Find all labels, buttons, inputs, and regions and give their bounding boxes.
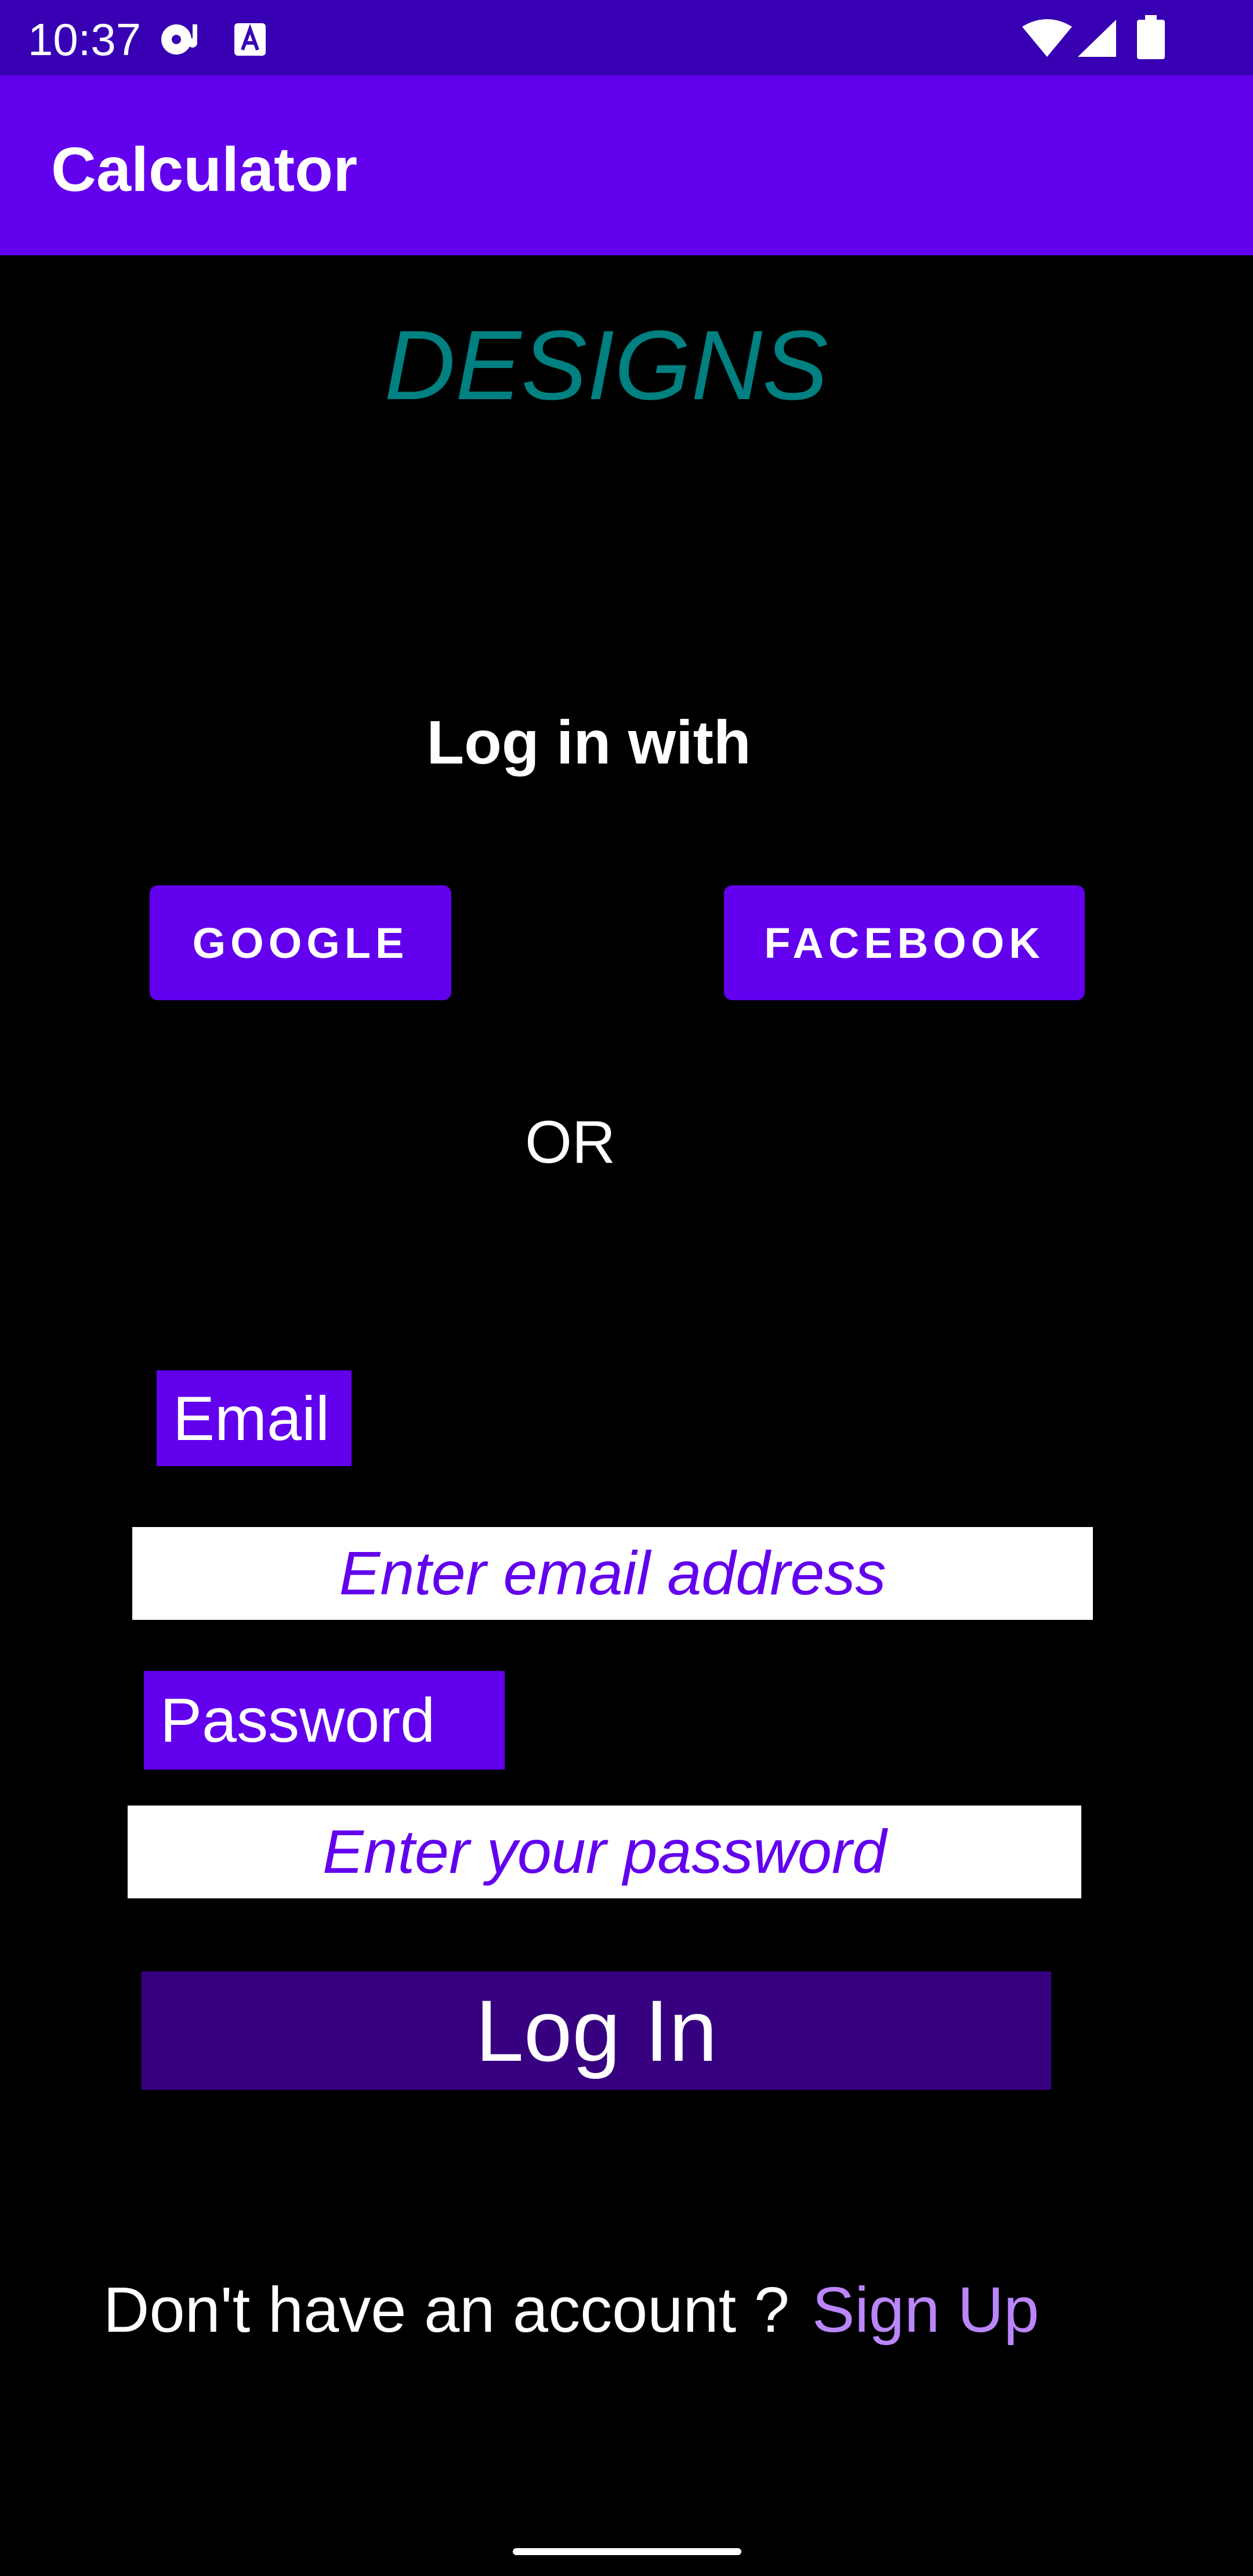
status-time: 10:37 — [28, 14, 142, 65]
google-button[interactable]: GOOGLE — [150, 885, 451, 1000]
or-divider-text: OR — [525, 1109, 615, 1176]
login-with-heading: Log in with — [426, 708, 751, 777]
gesture-nav-handle[interactable] — [513, 2548, 741, 2555]
media-icon — [161, 24, 197, 55]
app-title: Calculator — [51, 134, 358, 204]
password-label-text: Password — [160, 1685, 436, 1755]
wifi-icon — [1022, 19, 1072, 57]
text-a-icon — [234, 23, 266, 56]
facebook-button[interactable]: FACEBOOK — [724, 885, 1085, 1000]
email-label: Email — [157, 1370, 352, 1466]
signal-icon — [1078, 20, 1116, 57]
email-field[interactable] — [132, 1527, 1093, 1620]
email-label-text: Email — [173, 1383, 330, 1453]
signup-prompt-text: Don't have an account ? — [103, 2274, 790, 2346]
signup-link[interactable]: Sign Up — [812, 2270, 1039, 2351]
designs-title: DESIGNS — [384, 310, 828, 421]
password-label: Password — [144, 1671, 505, 1770]
login-button[interactable]: Log In — [142, 1971, 1051, 2090]
battery-icon — [1137, 15, 1165, 59]
password-field[interactable] — [128, 1806, 1081, 1898]
